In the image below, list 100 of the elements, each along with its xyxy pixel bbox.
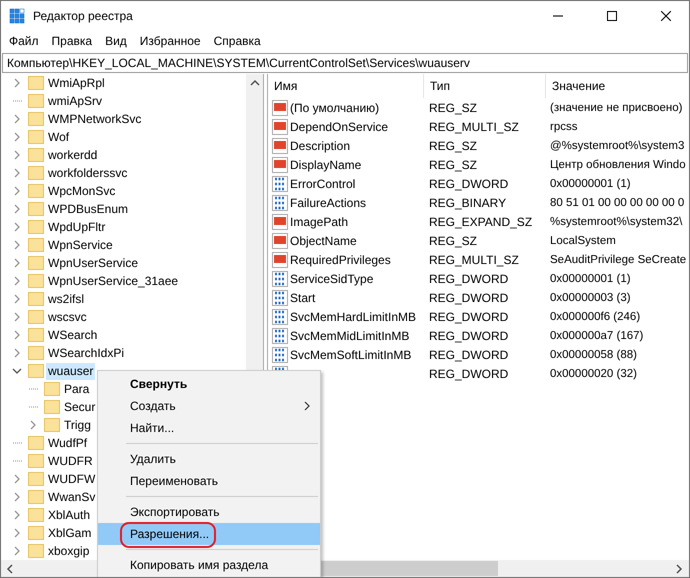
menu-item[interactable]: Файл <box>3 34 46 48</box>
tree-item[interactable]: WwanSv <box>46 488 98 506</box>
table-cell-text: 0x00000001 (1) <box>549 272 631 284</box>
tree-item[interactable]: WmiApRpl <box>46 74 107 92</box>
tree-item[interactable]: xboxgip <box>46 542 92 560</box>
folder-icon <box>28 274 44 288</box>
registry-icon <box>9 8 25 24</box>
menu-item[interactable]: Разрешения... <box>98 523 320 545</box>
table-cell-text: (значение не присвоено) <box>549 102 682 114</box>
chevron-right-icon[interactable] <box>28 420 38 430</box>
tree-item[interactable]: WpdUpFltr <box>46 218 108 236</box>
table-cell-text: @%systemroot%\system3 <box>549 140 684 152</box>
table-cell-text: REG_DWORD <box>428 272 510 286</box>
table-cell-text: REG_BINARY <box>428 196 508 210</box>
table-cell-text: REG_SZ <box>428 100 478 114</box>
tree-item[interactable]: XblGam <box>46 524 94 542</box>
folder-icon <box>28 328 44 342</box>
table-cell-text: REG_MULTI_SZ <box>428 252 520 266</box>
chevron-down-icon[interactable] <box>12 366 22 376</box>
tree-item[interactable]: WpnService <box>46 236 115 254</box>
menu-item[interactable]: Справка <box>208 34 268 48</box>
tree-item[interactable]: Secur <box>62 398 98 416</box>
tree-item[interactable]: Trigg <box>62 416 93 434</box>
menu-item[interactable]: Экспортировать <box>98 501 320 523</box>
binary-value-icon <box>272 308 288 324</box>
tree-item[interactable]: WSearch <box>46 326 100 344</box>
tree-item[interactable]: WMPNetworkSvc <box>46 110 144 128</box>
folder-icon <box>28 202 44 216</box>
string-value-icon <box>272 252 288 268</box>
binary-value-icon <box>272 346 288 362</box>
tree-item[interactable]: WPDBusEnum <box>46 200 130 218</box>
folder-icon <box>28 490 44 504</box>
tree-item[interactable]: ws2ifsl <box>46 290 86 308</box>
scroll-up-icon[interactable] <box>250 79 260 87</box>
table-cell-text: LocalSystem <box>549 234 616 246</box>
tree-item[interactable]: WUDFW <box>46 470 98 488</box>
menu-item[interactable]: Избранное <box>134 34 208 48</box>
table-cell-text: 0x00000001 (1) <box>549 178 631 190</box>
chevron-right-icon[interactable] <box>12 78 22 88</box>
folder-icon <box>28 238 44 252</box>
table-cell-text: REG_SZ <box>428 158 478 172</box>
menu-item[interactable]: Переименовать <box>98 470 320 492</box>
menu-item[interactable]: Вид <box>99 34 134 48</box>
menu-item[interactable]: Удалить <box>98 448 320 470</box>
tree-item[interactable]: workfolderssvc <box>46 164 130 182</box>
value-name: ServiceSidType <box>290 272 374 286</box>
binary-value-icon <box>272 270 288 286</box>
menu-item[interactable]: Копировать имя раздела <box>98 554 320 576</box>
menu-item[interactable]: Свернуть <box>98 373 320 395</box>
menu-item[interactable]: Найти... <box>98 417 320 439</box>
folder-icon <box>28 346 44 360</box>
tree-item[interactable]: Para <box>62 380 92 398</box>
table-cell-text: REG_DWORD <box>428 366 510 380</box>
table-cell-text: REG_DWORD <box>428 310 510 324</box>
close-icon <box>661 11 671 21</box>
table-cell-text: rpcss <box>549 120 578 132</box>
tree-item[interactable]: WpnUserService_31aee <box>46 272 180 290</box>
folder-icon <box>28 184 44 198</box>
menu-item[interactable]: Правка <box>46 34 100 48</box>
tree-item[interactable]: wuauser <box>46 362 96 380</box>
menu-item[interactable]: Создать <box>98 395 320 417</box>
folder-icon <box>28 472 44 486</box>
folder-icon <box>28 76 44 90</box>
scroll-right-icon[interactable] <box>675 564 683 574</box>
value-name: Description <box>290 138 350 152</box>
column-header[interactable]: Тип <box>424 74 546 98</box>
value-name: SvcMemHardLimitInMB <box>290 310 416 324</box>
table-cell-text: REG_DWORD <box>428 290 510 304</box>
table-cell-text: REG_MULTI_SZ <box>428 120 520 134</box>
tree-item[interactable]: WUDFR <box>46 452 95 470</box>
tree-item[interactable]: Wof <box>46 128 72 146</box>
tree-item[interactable]: wmiApSrv <box>46 92 104 110</box>
value-name: (По умолчанию) <box>290 100 380 114</box>
column-header[interactable]: Имя <box>268 74 424 98</box>
tree-item[interactable]: WSearchIdxPi <box>46 344 126 362</box>
value-name: RequiredPrivileges <box>290 252 391 266</box>
tree-item[interactable]: XblAuth <box>46 506 92 524</box>
folder-icon <box>28 112 44 126</box>
table-cell-text: REG_EXPAND_SZ <box>428 214 534 228</box>
tree-item[interactable]: WpnUserService <box>46 254 140 272</box>
table-cell-text: 0x00000020 (32) <box>549 368 637 380</box>
folder-icon <box>28 130 44 144</box>
folder-icon <box>28 508 44 522</box>
table-cell-text: REG_DWORD <box>428 348 510 362</box>
scroll-left-icon[interactable] <box>6 564 14 574</box>
value-name: ObjectName <box>290 234 357 248</box>
column-header[interactable]: Значение <box>546 74 689 98</box>
folder-icon <box>28 148 44 162</box>
binary-value-icon <box>272 328 288 344</box>
tree-item[interactable]: WpcMonSvc <box>46 182 118 200</box>
tree-item[interactable]: wscsvc <box>46 308 89 326</box>
tree-item[interactable]: WudfPf <box>46 434 90 452</box>
table-cell-text: Центр обновления Windo <box>549 158 686 170</box>
table-cell-text: REG_DWORD <box>428 176 510 190</box>
folder-icon <box>28 436 44 450</box>
binary-value-icon <box>272 194 288 210</box>
folder-icon <box>44 400 60 414</box>
table-cell-text: 80 51 01 00 00 00 00 00 0 <box>549 196 684 208</box>
address-field[interactable]: Компьютер\HKEY_LOCAL_MACHINE\SYSTEM\CurrentControlSet\Services\wuauserv <box>2 53 688 73</box>
tree-item[interactable]: workerdd <box>46 146 100 164</box>
